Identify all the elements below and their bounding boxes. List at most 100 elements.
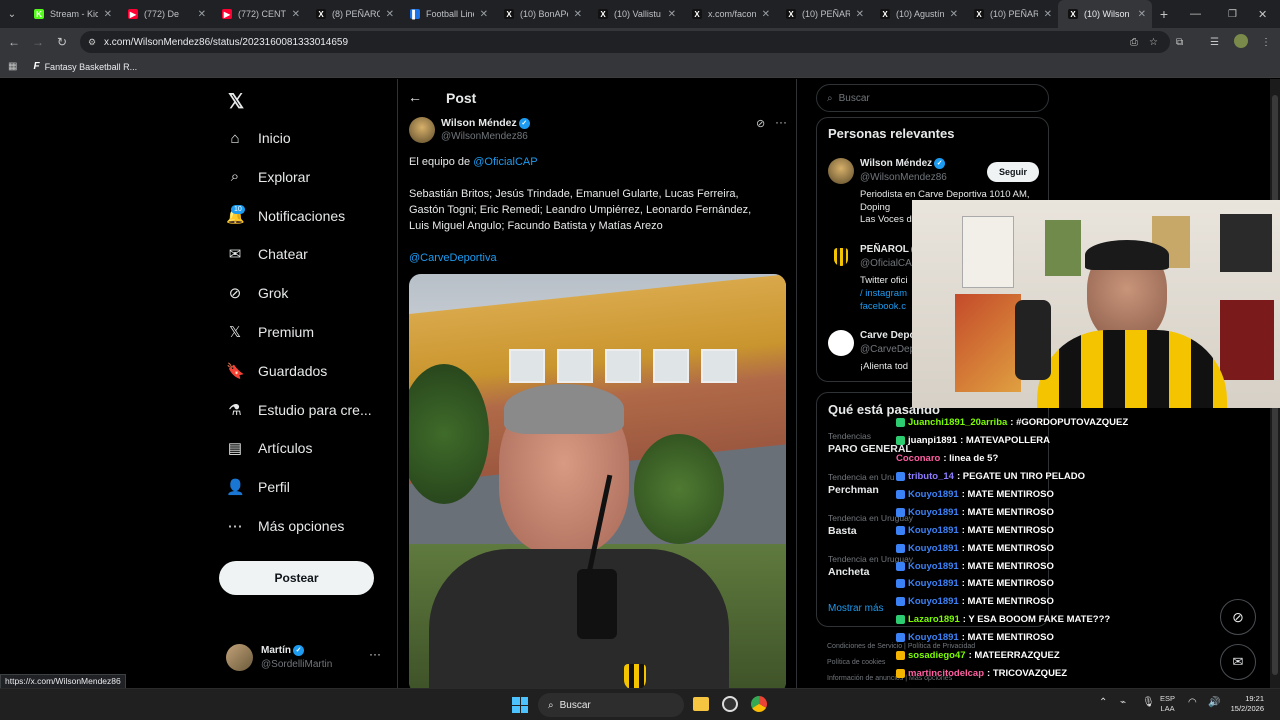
nav-item[interactable]: 🔔 Notificaciones [226,201,345,231]
nav-item[interactable]: ✉ Chatear [226,239,308,269]
network-icon[interactable]: ⌁ [1120,697,1126,708]
browser-tab[interactable]: ▶ (772) CENTR ✕ [212,0,306,28]
post-more-icon[interactable]: ··· [775,115,787,129]
volume-icon[interactable]: 🔊 [1208,697,1220,708]
grok-icon[interactable]: ⊘ [756,117,765,130]
chrome-icon[interactable] [751,696,767,712]
mention-link[interactable]: @OficialCAP [473,156,537,168]
reload-icon[interactable]: ↻ [50,35,74,49]
file-explorer-icon[interactable] [693,697,709,711]
close-tab-icon[interactable]: ✕ [1138,9,1146,20]
tab-search-button[interactable]: ⌄ [0,9,24,20]
close-tab-icon[interactable]: ✕ [1044,9,1052,20]
url-field[interactable]: ⚙ x.com/WilsonMendez86/status/2023160081… [80,31,1170,53]
close-tab-icon[interactable]: ✕ [574,9,582,20]
nav-item[interactable]: ▤ Artículos [226,433,313,463]
chat-username[interactable]: Juanchi1891_20arriba [908,417,1007,428]
nav-item[interactable]: 👤 Perfil [226,472,290,502]
author-avatar[interactable] [409,117,435,143]
taskbar-search[interactable]: ⌕ Buscar [538,693,684,717]
wifi-icon[interactable]: ◠ [1188,697,1197,708]
footer-link[interactable]: Información de anuncios [827,675,903,682]
more-dots-icon[interactable]: ··· [369,647,381,661]
chat-username[interactable]: sosadiego47 [908,650,966,661]
account-switcher[interactable]: Martín ✓ @SordelliMartin ··· [226,642,386,676]
footer-link[interactable]: Política de cookies [827,659,885,666]
browser-tab[interactable]: ▌ Football Line ✕ [400,0,494,28]
apps-grid-icon[interactable]: ▦ [8,61,17,72]
reading-list-icon[interactable]: ☰ [1210,37,1219,48]
chat-username[interactable]: Kouyo1891 [908,578,959,589]
close-tab-icon[interactable]: ✕ [856,9,864,20]
post-video[interactable] [409,274,786,688]
person-name[interactable]: Carve Depo [860,330,916,341]
maximize-button[interactable]: ❐ [1228,9,1237,20]
author-handle[interactable]: @WilsonMendez86 [441,131,528,142]
person-bio-link[interactable]: / instagram [860,288,907,299]
close-tab-icon[interactable]: ✕ [386,9,394,20]
author-name[interactable]: Wilson Méndez ✓ [441,117,530,129]
browser-tab[interactable]: X (10) BonAPe ✕ [494,0,588,28]
close-tab-icon[interactable]: ✕ [668,9,676,20]
close-window-button[interactable]: ✕ [1258,8,1267,21]
footer-link[interactable]: Condiciones de Servicio [827,643,902,650]
close-tab-icon[interactable]: ✕ [104,9,112,20]
obs-icon[interactable] [722,696,738,712]
person-avatar[interactable] [828,330,854,356]
microphone-icon[interactable]: 🎙 [1142,697,1155,708]
person-name[interactable]: Wilson Méndez ✓ [860,158,946,169]
chat-username[interactable]: Lazaro1891 [908,614,960,625]
trend-item[interactable]: Tendencia en Uru Perchman [828,472,895,496]
new-tab-button[interactable]: + [1152,6,1176,22]
chat-username[interactable]: martincitodelcap [908,668,984,679]
extensions-icon[interactable]: ⧉ [1176,37,1183,48]
nav-item[interactable]: ⌂ Inicio [226,123,290,153]
clock[interactable]: 19:21 15/2/2026 [1226,694,1264,714]
browser-tab[interactable]: Xx.com/facon ✕ [682,0,776,28]
profile-avatar[interactable] [1234,34,1248,48]
close-tab-icon[interactable]: ✕ [198,9,206,20]
close-tab-icon[interactable]: ✕ [292,9,300,20]
browser-tab[interactable]: X (10) Wilson ✕ [1058,0,1152,28]
tray-chevron-icon[interactable]: ⌃ [1099,697,1107,708]
chat-username[interactable]: juanpi1891 [908,435,957,446]
nav-item[interactable]: ⚗ Estudio para cre... [226,395,371,425]
source-mention-link[interactable]: @CarveDeportiva [409,250,774,266]
chat-username[interactable]: Kouyo1891 [908,507,959,518]
browser-tab[interactable]: ▶ (772) De ✕ [118,0,212,28]
x-logo-icon[interactable]: 𝕏 [228,89,244,114]
chat-username[interactable]: Coconaro [896,453,940,464]
browser-tab[interactable]: X (8) PEÑAROL ✕ [306,0,400,28]
person-avatar[interactable] [828,244,854,270]
nav-item[interactable]: ⌕ Explorar [226,162,310,192]
chat-username[interactable]: Kouyo1891 [908,489,959,500]
close-tab-icon[interactable]: ✕ [480,9,488,20]
back-arrow-icon[interactable]: ← [408,89,422,105]
back-arrow-icon[interactable]: ← [2,35,26,49]
install-app-icon[interactable]: ⎙ [1130,37,1138,48]
post-button[interactable]: Postear [219,561,374,595]
person-bio-link[interactable]: facebook.c [860,301,906,312]
browser-tab[interactable]: X (10) Agustín ✕ [870,0,964,28]
nav-item[interactable]: 🔖 Guardados [226,356,327,386]
nav-item[interactable]: 𝕏 Premium [226,317,314,347]
chat-username[interactable]: Kouyo1891 [908,525,959,536]
bookmark-star-icon[interactable]: ☆ [1149,37,1158,48]
chat-username[interactable]: tributo_14 [908,471,954,482]
chat-username[interactable]: Kouyo1891 [908,632,959,643]
browser-tab[interactable]: K Stream - Kick ✕ [24,0,118,28]
chat-username[interactable]: Kouyo1891 [908,543,959,554]
follow-button[interactable]: Seguir [987,162,1039,182]
minimize-button[interactable]: — [1190,8,1201,20]
nav-item[interactable]: ⊘ Grok [226,278,289,308]
search-input[interactable]: ⌕ Buscar [816,84,1049,112]
nav-item[interactable]: ⋯ Más opciones [226,511,345,541]
chat-username[interactable]: Kouyo1891 [908,561,959,572]
browser-tab[interactable]: X (10) PEÑARO ✕ [964,0,1058,28]
browser-tab[interactable]: X (10) PEÑARO ✕ [776,0,870,28]
browser-menu-icon[interactable]: ⋮ [1261,37,1271,48]
bookmark-item[interactable]: F Fantasy Basketball R... [33,61,137,72]
forward-arrow-icon[interactable]: → [26,35,50,49]
person-avatar[interactable] [828,158,854,184]
show-more-link[interactable]: Mostrar más [828,603,884,614]
